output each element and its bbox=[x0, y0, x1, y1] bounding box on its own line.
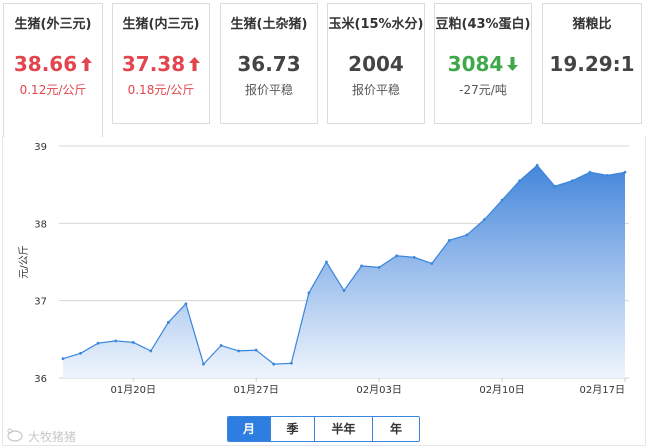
data-point bbox=[307, 291, 311, 295]
data-point bbox=[518, 179, 522, 183]
data-point bbox=[553, 184, 557, 188]
period-halfyear-button[interactable]: 半年 bbox=[314, 417, 372, 441]
data-point bbox=[325, 260, 328, 264]
x-tick-label: 01月20日 bbox=[111, 384, 156, 396]
data-point bbox=[202, 362, 205, 366]
card-change: 报价平稳 bbox=[351, 83, 400, 97]
card-pig-native[interactable]: 生猪(土杂猪) 36.73 报价平稳 bbox=[220, 3, 318, 124]
card-title: 生猪(土杂猪) bbox=[230, 17, 308, 32]
card-pig-grain-ratio[interactable]: 猪粮比 19.29:1 bbox=[542, 3, 642, 124]
data-point bbox=[342, 289, 346, 293]
arrow-up-icon bbox=[189, 57, 201, 71]
x-tick-label: 02月17日 bbox=[580, 384, 625, 396]
arrow-down-icon bbox=[507, 57, 519, 71]
data-point bbox=[623, 170, 627, 174]
card-change: -27元/吨 bbox=[459, 83, 507, 97]
y-tick-label: 38 bbox=[34, 219, 47, 230]
price-chart: 36373839 01月20日 01月27日 02月03日 02月10日 02月17日 … bbox=[18, 142, 629, 396]
data-point bbox=[289, 361, 293, 365]
data-point bbox=[131, 341, 135, 344]
card-price: 3084 bbox=[435, 52, 531, 76]
card-pig-inner[interactable]: 生猪(内三元) 37.38 0.18元/公斤 bbox=[112, 3, 210, 124]
card-price-value: 3084 bbox=[447, 52, 504, 76]
card-price-value: 2004 bbox=[348, 52, 404, 76]
data-point bbox=[219, 344, 223, 347]
period-quarter-button[interactable]: 季 bbox=[270, 417, 314, 441]
data-point bbox=[166, 320, 170, 324]
card-title: 玉米(15%水分) bbox=[328, 17, 424, 32]
data-point bbox=[377, 266, 381, 269]
card-price: 37.38 bbox=[113, 52, 209, 76]
card-price: 36.73 bbox=[221, 52, 317, 76]
card-change: 0.12元/公斤 bbox=[19, 83, 87, 97]
series-area bbox=[63, 165, 625, 378]
card-change: 0.18元/公斤 bbox=[127, 83, 195, 97]
card-title: 豆粕(43%蛋白) bbox=[435, 17, 531, 32]
card-title: 生猪(内三元) bbox=[122, 17, 200, 32]
card-title: 猪粮比 bbox=[572, 17, 612, 32]
data-point bbox=[395, 254, 399, 258]
card-price: 38.66 bbox=[4, 52, 102, 76]
data-point bbox=[447, 238, 451, 242]
data-point bbox=[588, 170, 592, 174]
x-tick-label: 01月27日 bbox=[233, 384, 278, 396]
data-point bbox=[535, 163, 539, 167]
period-month-button[interactable]: 月 bbox=[228, 417, 270, 441]
data-point bbox=[500, 198, 504, 202]
card-price-value: 38.66 bbox=[13, 52, 78, 76]
card-price: 2004 bbox=[328, 52, 424, 76]
data-point bbox=[412, 255, 416, 259]
watermark-logo: 大牧猪猪 bbox=[6, 428, 76, 445]
y-axis-ticks: 36 37 38 39 bbox=[34, 142, 47, 385]
card-price-value: 19.29:1 bbox=[549, 52, 635, 76]
x-tick-label: 02月10日 bbox=[479, 384, 524, 396]
data-point bbox=[272, 362, 276, 366]
data-point bbox=[606, 173, 609, 177]
card-soymeal[interactable]: 豆粕(43%蛋白) 3084 -27元/吨 bbox=[434, 3, 532, 124]
data-point bbox=[237, 349, 241, 353]
card-price-value: 36.73 bbox=[237, 52, 301, 76]
x-axis-ticks: 01月20日 01月27日 02月03日 02月10日 02月17日 bbox=[111, 378, 626, 396]
card-price-value: 37.38 bbox=[121, 52, 186, 76]
data-point bbox=[360, 264, 363, 268]
arrow-up-icon bbox=[81, 57, 93, 71]
data-point bbox=[114, 339, 118, 343]
y-tick-label: 39 bbox=[34, 142, 47, 153]
period-selector: 月 季 半年 年 bbox=[227, 416, 420, 442]
y-tick-label: 37 bbox=[34, 297, 47, 308]
card-pig-outer[interactable]: 生猪(外三元) 38.66 0.12元/公斤 bbox=[3, 3, 103, 137]
data-point bbox=[483, 218, 486, 221]
data-point bbox=[254, 348, 258, 352]
card-change: 报价平稳 bbox=[244, 83, 293, 97]
data-point bbox=[465, 233, 469, 237]
data-point bbox=[149, 349, 153, 353]
card-title: 生猪(外三元) bbox=[14, 17, 92, 32]
y-axis-label: 元/公斤 bbox=[18, 245, 30, 278]
price-cards: 生猪(外三元) 38.66 0.12元/公斤 生猪(内三元) 37.38 0.1… bbox=[0, 0, 649, 140]
data-point bbox=[430, 262, 434, 265]
data-point bbox=[570, 179, 574, 183]
y-tick-label: 36 bbox=[34, 374, 47, 385]
logo-text: 大牧猪猪 bbox=[28, 430, 77, 444]
x-tick-label: 02月03日 bbox=[356, 384, 401, 396]
chart-panel: 36 37 38 39 01月20日 01月27日 02月03日 02月10日 02月17日 … bbox=[2, 136, 646, 446]
period-year-button[interactable]: 年 bbox=[372, 417, 419, 441]
pig-logo-icon bbox=[6, 428, 24, 445]
data-point bbox=[184, 302, 188, 306]
data-point bbox=[96, 341, 100, 345]
card-price: 19.29:1 bbox=[543, 52, 641, 76]
data-point bbox=[79, 351, 82, 355]
data-point bbox=[61, 357, 65, 361]
card-corn[interactable]: 玉米(15%水分) 2004 报价平稳 bbox=[327, 3, 425, 124]
